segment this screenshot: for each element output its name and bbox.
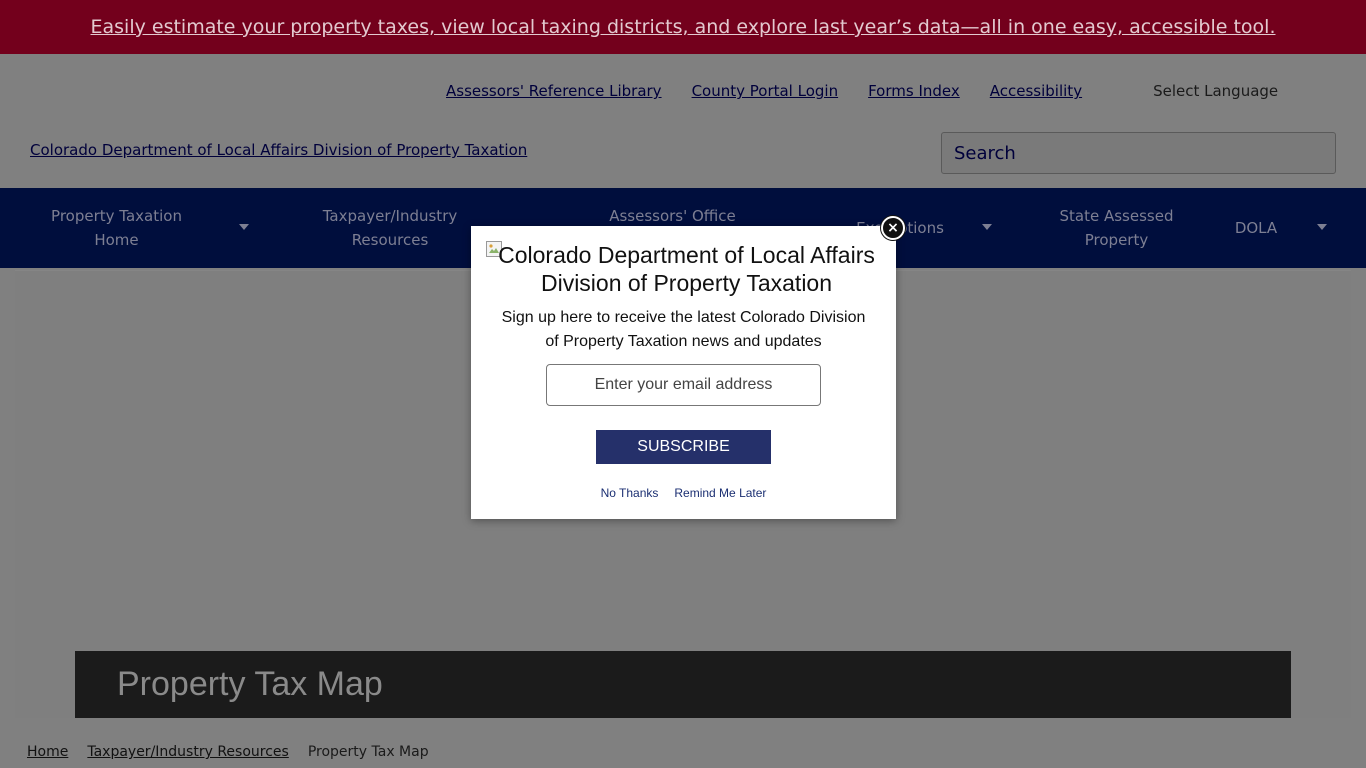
subscribe-button[interactable]: SUBSCRIBE: [596, 430, 771, 464]
no-thanks-link[interactable]: No Thanks: [601, 486, 659, 500]
modal-secondary-links: No Thanks Remind Me Later: [471, 486, 896, 500]
close-icon[interactable]: ×: [881, 216, 905, 240]
language-selector[interactable]: Select Language: [1153, 82, 1278, 100]
breadcrumb-current: Property Tax Map: [307, 744, 429, 760]
nav-label: Property: [1084, 231, 1149, 249]
forms-index-link[interactable]: Forms Index: [868, 82, 960, 100]
page-title: Property Tax Map: [117, 665, 383, 703]
site-logo-link[interactable]: Colorado Department of Local Affairs Div…: [30, 141, 527, 159]
search-input[interactable]: Search: [941, 132, 1336, 174]
nav-label: Resources: [351, 231, 429, 249]
utility-nav: Assessors' Reference Library County Port…: [446, 82, 1278, 100]
accessibility-link[interactable]: Accessibility: [990, 82, 1082, 100]
remind-me-later-link[interactable]: Remind Me Later: [674, 486, 766, 500]
hero-title-bar: Property Tax Map: [75, 651, 1291, 718]
nav-label: Taxpayer/Industry: [322, 207, 458, 225]
chevron-down-icon[interactable]: [1317, 224, 1327, 230]
breadcrumb-taxpayer-industry-resources[interactable]: Taxpayer/Industry Resources: [87, 744, 288, 760]
breadcrumb-home[interactable]: Home: [27, 744, 68, 760]
breadcrumb: Home Taxpayer/Industry Resources Propert…: [27, 744, 429, 760]
nav-label: Home: [94, 231, 139, 249]
email-field[interactable]: [546, 364, 821, 406]
modal-description: Sign up here to receive the latest Color…: [501, 309, 866, 350]
assessors-reference-library-link[interactable]: Assessors' Reference Library: [446, 82, 662, 100]
chevron-down-icon[interactable]: [239, 224, 249, 230]
tax-estimator-banner-link[interactable]: Easily estimate your property taxes, vie…: [91, 16, 1276, 38]
top-banner: Easily estimate your property taxes, vie…: [0, 0, 1366, 54]
nav-label: Property Taxation: [51, 207, 182, 225]
chevron-down-icon[interactable]: [982, 224, 992, 230]
nav-label: State Assessed: [1059, 207, 1174, 225]
nav-item-property-taxation-home[interactable]: Property Taxation Home: [20, 188, 213, 268]
site-logo[interactable]: Colorado Department of Local Affairs Div…: [30, 141, 527, 159]
nav-label: Assessors' Office: [609, 207, 736, 225]
nav-label: DOLA: [1234, 219, 1278, 237]
modal-title: Colorado Department of Local Affairs Div…: [498, 242, 875, 296]
nav-item-dola[interactable]: DOLA: [1220, 188, 1292, 268]
site-header: Assessors' Reference Library County Port…: [0, 54, 1366, 188]
nav-item-taxpayer-industry-resources[interactable]: Taxpayer/Industry Resources: [300, 188, 480, 268]
county-portal-login-link[interactable]: County Portal Login: [692, 82, 839, 100]
nav-item-state-assessed-property[interactable]: State Assessed Property: [1040, 188, 1193, 268]
subscribe-modal: Colorado Department of Local Affairs Div…: [471, 226, 896, 519]
